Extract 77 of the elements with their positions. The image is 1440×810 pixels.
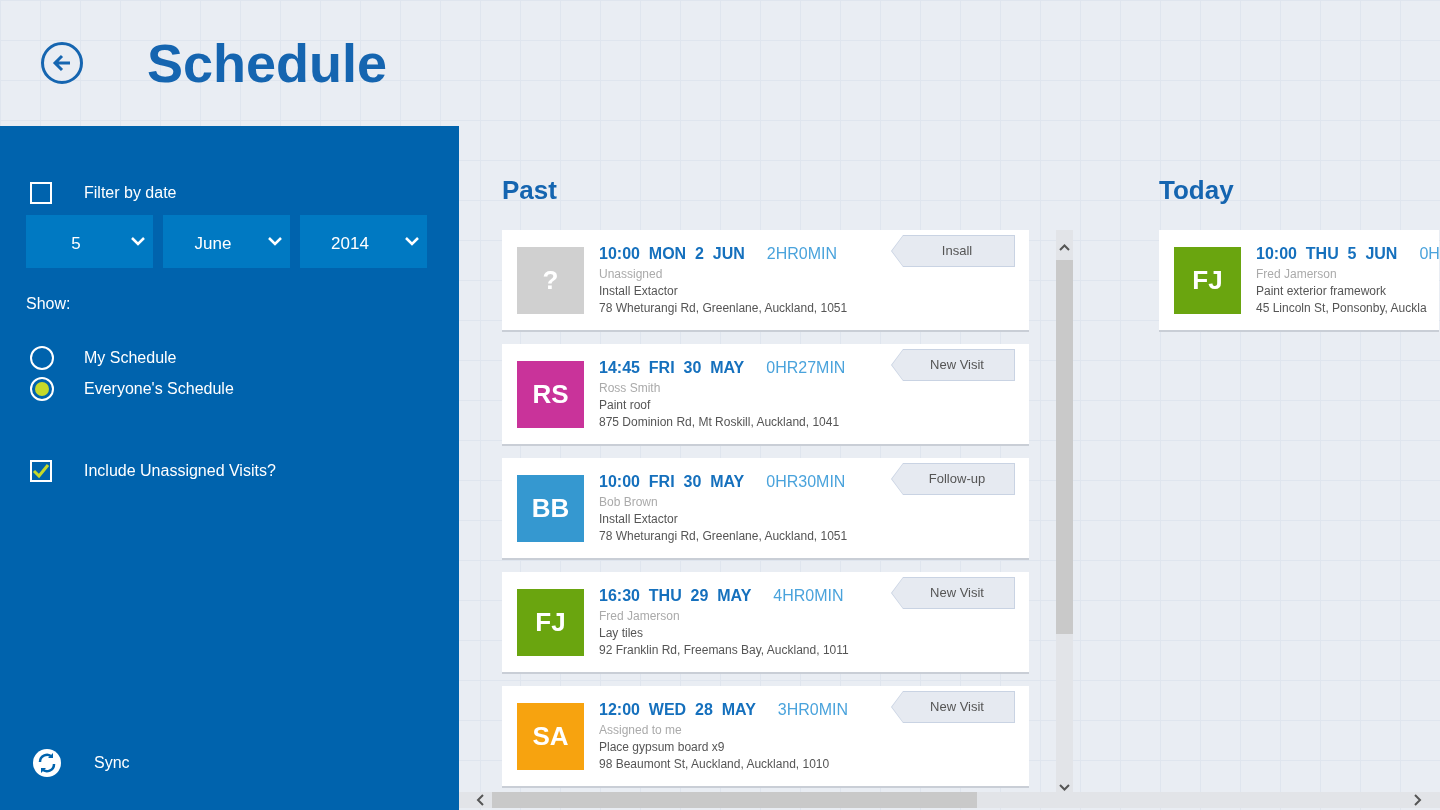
visit-card[interactable]: FJ 10:00 THU 5 JUN 0H Fred Jamerson Paint exterior framework 45 Lincoln St, Ponsonby, Auckla xyxy=(1159,230,1439,330)
chevron-down-icon xyxy=(268,237,282,246)
visit-task: Install Extactor xyxy=(599,511,678,528)
chevron-down-icon xyxy=(1059,784,1070,791)
checkbox-label: Include Unassigned Visits? xyxy=(84,461,276,481)
visit-address: 92 Franklin Rd, Freemans Bay, Auckland, 1011 xyxy=(599,642,849,659)
visit-type-tag[interactable]: Insall xyxy=(891,235,1015,267)
date-dropdown[interactable]: 5 xyxy=(26,215,153,268)
visit-time: 12:00 WED 28 MAY xyxy=(599,700,756,720)
visit-card[interactable]: ? 10:00 MON 2 JUN 2HR0MIN Unassigned Install Extactor 78 Wheturangi Rd, Greenlane, Auckland, 1051 Insall xyxy=(502,230,1029,330)
visit-task: Paint roof xyxy=(599,397,651,414)
avatar: FJ xyxy=(517,589,584,656)
radio-label: My Schedule xyxy=(84,348,177,368)
scrollbar-thumb[interactable] xyxy=(492,792,977,808)
visit-task: Install Extactor xyxy=(599,283,678,300)
radio-button[interactable] xyxy=(30,346,54,370)
show-label: Show: xyxy=(26,294,71,314)
chevron-down-icon xyxy=(405,237,419,246)
visit-duration: 0HR27MIN xyxy=(766,358,846,378)
visit-assignee: Fred Jamerson xyxy=(599,608,680,625)
column-heading: Past xyxy=(502,174,557,206)
visit-duration: 4HR0MIN xyxy=(773,586,844,606)
visit-card[interactable]: RS 14:45 FRI 30 MAY 0HR27MIN Ross Smith Paint roof 875 Dominion Rd, Mt Roskill, Auckland, 1041 New Visit xyxy=(502,344,1029,444)
visit-time: 10:00 THU 5 JUN xyxy=(1256,244,1398,264)
visit-type-tag[interactable]: New Visit xyxy=(891,349,1015,381)
avatar: FJ xyxy=(1174,247,1241,314)
visit-card[interactable]: FJ 16:30 THU 29 MAY 4HR0MIN Fred Jamerson Lay tiles 92 Franklin Rd, Freemans Bay, Auckland, 1011 New Visit xyxy=(502,572,1029,672)
sync-button[interactable]: Sync xyxy=(32,748,130,778)
page-title: Schedule xyxy=(147,36,388,90)
avatar: ? xyxy=(517,247,584,314)
chevron-down-icon xyxy=(131,237,145,246)
avatar: RS xyxy=(517,361,584,428)
back-button[interactable] xyxy=(41,42,83,84)
date-dropdown[interactable]: June xyxy=(163,215,290,268)
visit-type-tag[interactable]: New Visit xyxy=(891,577,1015,609)
visit-address: 98 Beaumont St, Auckland, Auckland, 1010 xyxy=(599,756,830,773)
visit-card[interactable]: BB 10:00 FRI 30 MAY 0HR30MIN Bob Brown Install Extactor 78 Wheturangi Rd, Greenlane, Auckland, 1051 Follow-up xyxy=(502,458,1029,558)
visit-type-tag[interactable]: New Visit xyxy=(891,691,1015,723)
visit-assignee: Assigned to me xyxy=(599,722,682,739)
back-arrow-icon xyxy=(52,54,72,72)
visit-assignee: Bob Brown xyxy=(599,494,658,511)
visit-duration: 0HR30MIN xyxy=(766,472,846,492)
visit-address: 78 Wheturangi Rd, Greenlane, Auckland, 1051 xyxy=(599,528,848,545)
vertical-scrollbar[interactable] xyxy=(1056,230,1073,795)
visit-duration: 2HR0MIN xyxy=(766,244,838,264)
sync-icon xyxy=(32,748,62,778)
scrollbar-thumb[interactable] xyxy=(1056,260,1073,634)
date-dropdown[interactable]: 2014 xyxy=(300,215,427,268)
visit-task: Lay tiles xyxy=(599,625,644,642)
checkbox[interactable] xyxy=(30,460,52,482)
checkbox[interactable] xyxy=(30,182,52,204)
visit-task: Paint exterior framework xyxy=(1256,283,1387,300)
radio-label: Everyone's Schedule xyxy=(84,379,234,399)
horizontal-scrollbar[interactable] xyxy=(459,792,1440,808)
visit-duration: 3HR0MIN xyxy=(777,700,849,720)
visit-task: Place gypsum board x9 xyxy=(599,739,725,756)
visit-duration: 0H xyxy=(1419,244,1439,264)
visit-assignee: Unassigned xyxy=(599,266,663,283)
visit-assignee: Ross Smith xyxy=(599,380,661,397)
visit-time: 10:00 MON 2 JUN xyxy=(599,244,745,264)
visit-time: 14:45 FRI 30 MAY xyxy=(599,358,745,378)
visit-card[interactable]: SA 12:00 WED 28 MAY 3HR0MIN Assigned to me Place gypsum board x9 98 Beaumont St, Auckland, Auckland, 1010 New Visit xyxy=(502,686,1029,786)
column-heading: Today xyxy=(1159,174,1234,206)
radio-button[interactable] xyxy=(30,377,54,401)
visit-type-tag[interactable]: Follow-up xyxy=(891,463,1015,495)
chevron-right-icon xyxy=(1414,794,1422,806)
avatar: SA xyxy=(517,703,584,770)
avatar: BB xyxy=(517,475,584,542)
visit-address: 78 Wheturangi Rd, Greenlane, Auckland, 1051 xyxy=(599,300,848,317)
visit-time: 10:00 FRI 30 MAY xyxy=(599,472,745,492)
visit-time: 16:30 THU 29 MAY xyxy=(599,586,752,606)
checkbox-label: Filter by date xyxy=(84,183,177,203)
visit-assignee: Fred Jamerson xyxy=(1256,266,1337,283)
visit-address: 45 Lincoln St, Ponsonby, Auckla xyxy=(1256,300,1427,317)
visit-address: 875 Dominion Rd, Mt Roskill, Auckland, 1041 xyxy=(599,414,840,431)
chevron-left-icon xyxy=(476,794,484,806)
chevron-up-icon xyxy=(1059,244,1070,251)
